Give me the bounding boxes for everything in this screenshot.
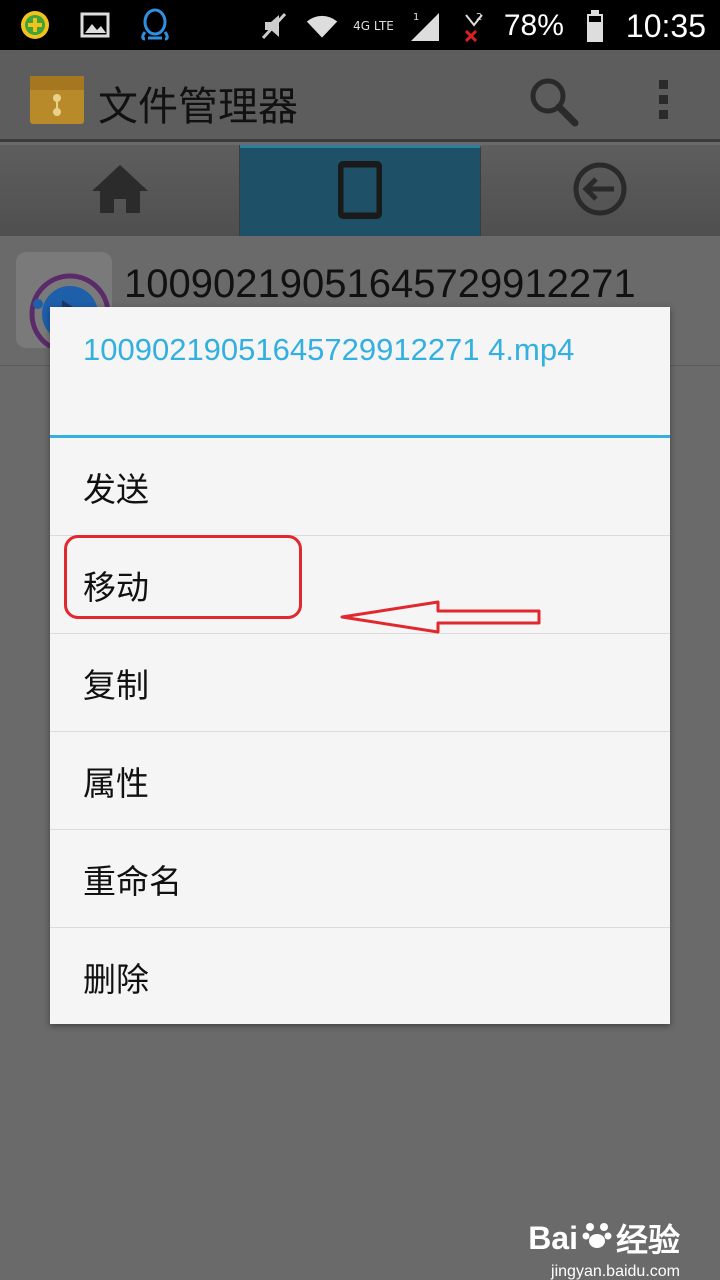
tab-back[interactable] [480, 145, 720, 236]
battery-icon [578, 9, 612, 43]
paw-icon [582, 1219, 612, 1257]
menu-item-rename[interactable]: 重命名 [50, 830, 670, 928]
signal-sim1-icon: 1 [408, 9, 442, 43]
watermark-brand: Bai [528, 1219, 578, 1256]
app-title: 文件管理器 [98, 84, 298, 130]
search-icon[interactable] [526, 74, 580, 128]
svg-text:2: 2 [476, 12, 482, 23]
app-folder-icon [30, 72, 84, 124]
tab-device[interactable] [240, 145, 481, 236]
wifi-icon [305, 9, 339, 43]
watermark-suffix: 经验 [615, 1222, 680, 1258]
watermark-url: jingyan.baidu.com [551, 1263, 680, 1280]
watermark: Bai 经验 jingyan.baidu.com [528, 1215, 680, 1280]
menu-item-copy[interactable]: 复制 [50, 634, 670, 732]
tab-home[interactable] [0, 145, 241, 236]
annotation-arrow-icon [338, 598, 544, 636]
action-bar: 文件管理器 [0, 50, 720, 142]
highlight-box [64, 535, 302, 619]
phone-device-icon [336, 159, 384, 225]
context-menu-dialog: 10090219051645729912271 4.mp4 发送 移动 复制 属… [50, 307, 670, 1024]
dialog-title: 10090219051645729912271 4.mp4 [50, 307, 670, 438]
security-app-icon [18, 8, 52, 42]
menu-item-delete[interactable]: 删除 [50, 928, 670, 1026]
overflow-menu-icon[interactable] [650, 78, 676, 122]
menu-item-send[interactable]: 发送 [50, 438, 670, 536]
mute-icon [257, 9, 291, 43]
gallery-icon [78, 8, 112, 42]
file-name: 10090219051645729912271 [124, 262, 636, 306]
signal-sim2-icon: 2 [456, 9, 490, 43]
menu-item-properties[interactable]: 属性 [50, 732, 670, 830]
tab-bar [0, 145, 720, 236]
svg-text:1: 1 [413, 12, 419, 23]
status-bar: 4G LTE 1 2 78% 10:35 [0, 0, 720, 50]
back-arrow-icon [572, 161, 628, 221]
network-type-label: 4G LTE [353, 19, 394, 33]
battery-percent: 78% [503, 9, 564, 42]
clock: 10:35 [625, 7, 706, 44]
qq-icon [138, 8, 172, 42]
home-icon [90, 163, 150, 219]
